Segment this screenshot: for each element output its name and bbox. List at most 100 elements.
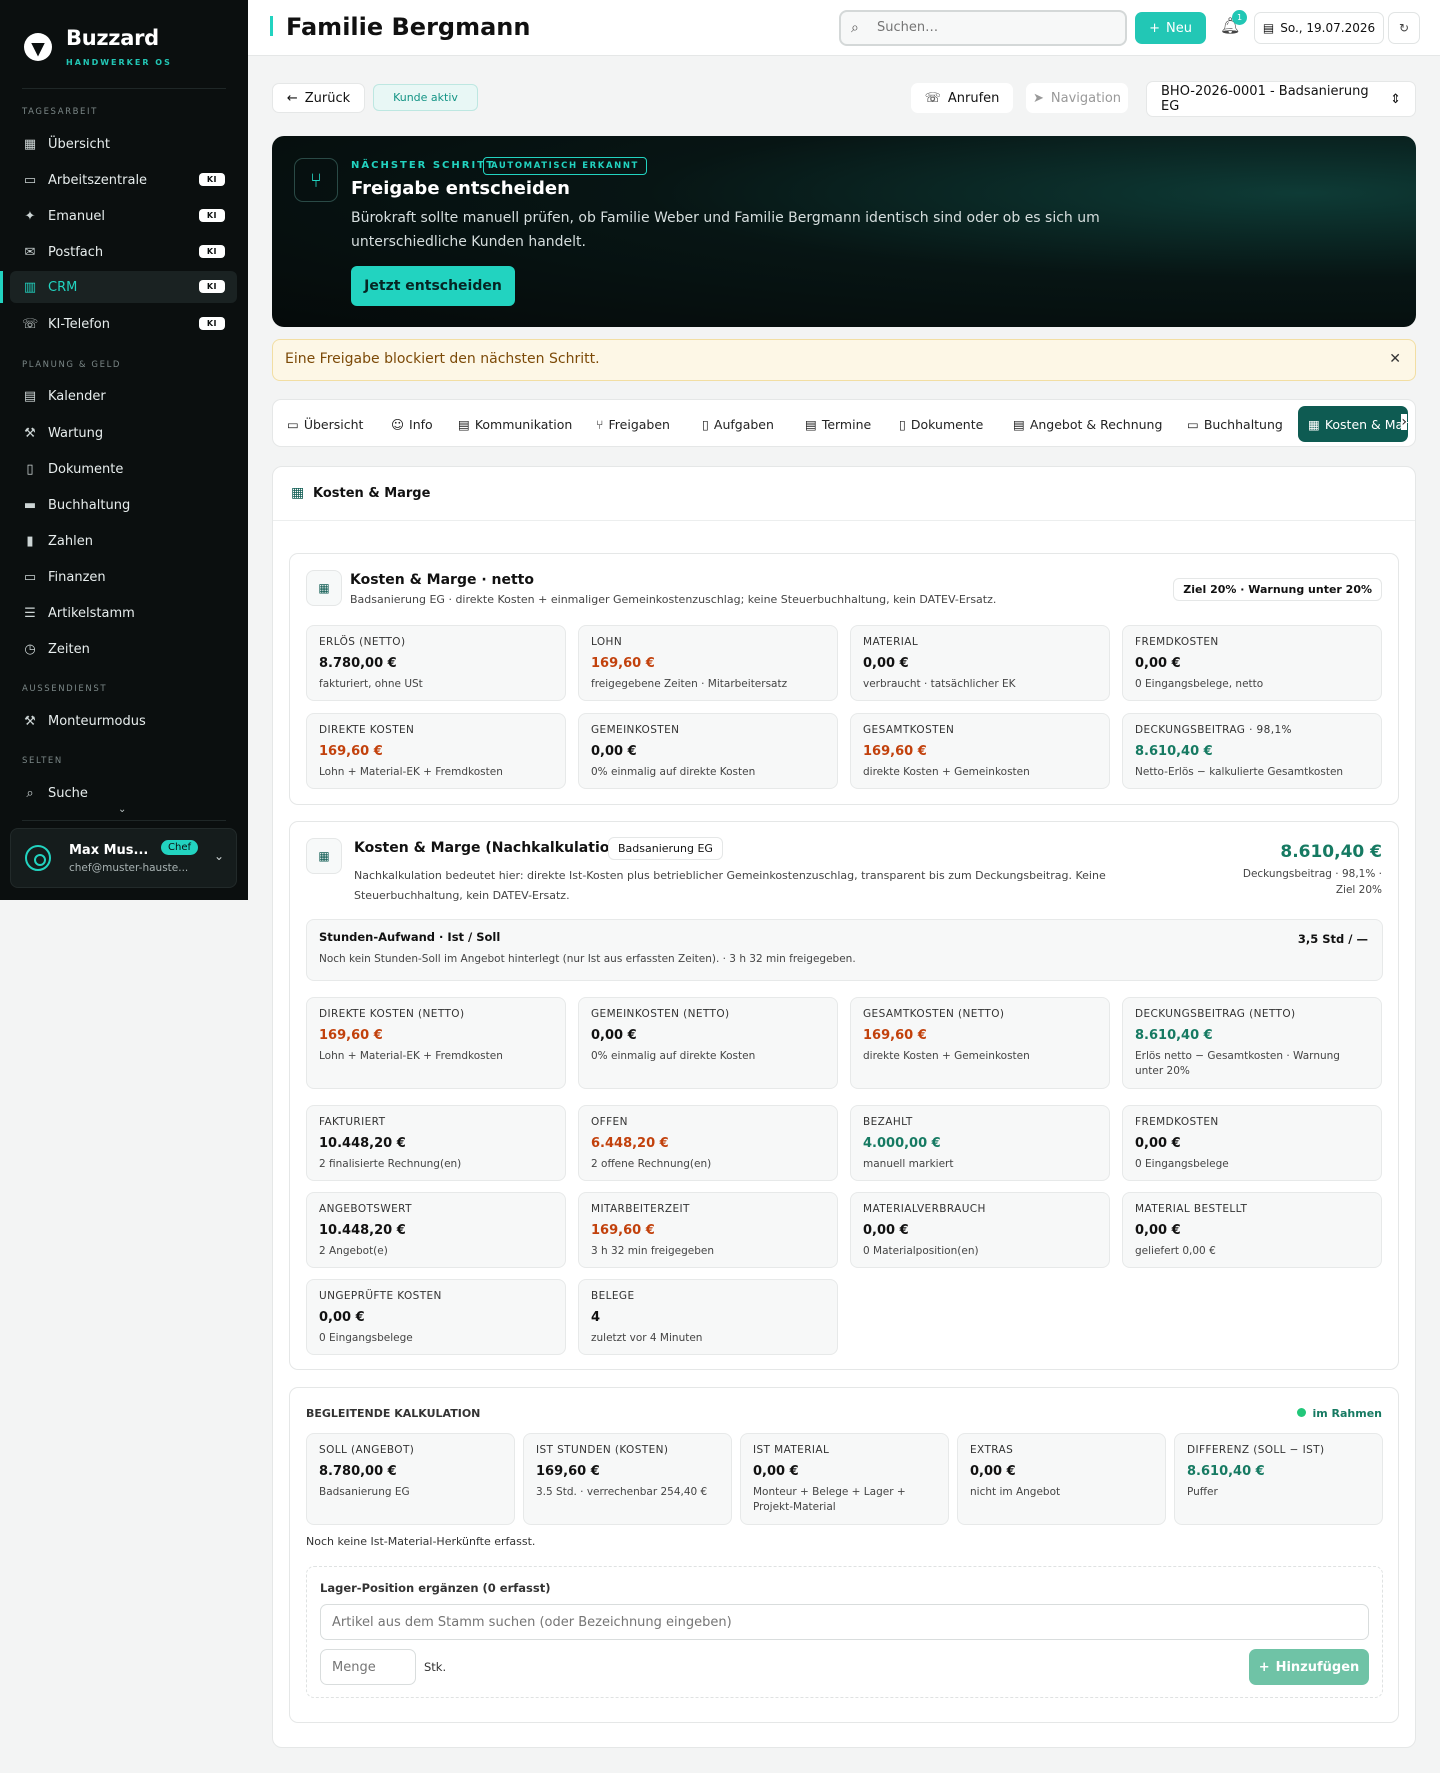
active-indicator: [0, 271, 3, 303]
sidebar-item-monteurmodus[interactable]: ⚒ Monteurmodus: [10, 705, 237, 737]
sidebar-item-uebersicht[interactable]: ▦ Übersicht: [10, 128, 237, 160]
sidebar-item-wartung[interactable]: ⚒ Wartung: [10, 417, 237, 449]
target-chip: Ziel 20% · Warnung unter 20%: [1173, 578, 1382, 601]
project-select[interactable]: BHO-2026-0001 - Badsanierung EG ⇕: [1146, 81, 1416, 117]
metric-hint: 0 Materialposition(en): [863, 1245, 979, 1257]
status-badge: Kunde aktiv: [373, 84, 478, 111]
sidebar-item-buchhaltung[interactable]: ▬ Buchhaltung: [10, 489, 237, 521]
ki-badge: KI: [198, 280, 225, 293]
lager-position-form: Lager-Position ergänzen (0 erfasst) Stk.…: [306, 1566, 1383, 1698]
metric-label: MATERIAL BESTELLT: [1135, 1203, 1248, 1215]
search-input[interactable]: [877, 20, 1107, 35]
back-button[interactable]: ← Zurück: [272, 83, 365, 113]
tab-buchhaltung[interactable]: ▭ Buchhaltung: [1187, 406, 1283, 442]
scroll-down-chevron-icon[interactable]: ⌄: [118, 804, 126, 815]
refresh-icon[interactable]: ↻: [1388, 12, 1420, 44]
begleitende-kalkulation-card: BEGLEITENDE KALKULATION im Rahmen Noch k…: [289, 1387, 1399, 1723]
git-pull-request-icon: ⑂: [294, 158, 338, 202]
metric-box: GEMEINKOSTEN 0,00 € 0% einmalig auf direkt…: [578, 713, 838, 789]
quantity-input[interactable]: [320, 1649, 416, 1685]
next-step-text: Bürokraft sollte manuell prüfen, ob Fami…: [351, 210, 1100, 250]
sidebar-item-kalender[interactable]: ▤ Kalender: [10, 380, 237, 412]
new-button[interactable]: + Neu: [1135, 12, 1206, 44]
search-box[interactable]: ⌕: [839, 10, 1127, 46]
clipboard-icon: ▯: [702, 416, 709, 432]
tab-termine[interactable]: ▤ Termine: [805, 406, 871, 442]
sidebar-item-emanuel[interactable]: ✦ Emanuel KI: [10, 200, 237, 232]
sidebar-item-postfach[interactable]: ✉ Postfach KI: [10, 236, 237, 268]
sidebar-item-zahlen[interactable]: ▮ Zahlen: [10, 525, 237, 557]
metric-value: 169,60 €: [536, 1464, 600, 1479]
metric-label: ANGEBOTSWERT: [319, 1203, 412, 1215]
tab-label: Angebot & Rechnung: [1029, 416, 1163, 432]
ledger-icon: ▭: [1187, 416, 1199, 432]
metric-box: GESAMTKOSTEN (NETTO) 169,60 € direkte Kost…: [850, 997, 1110, 1089]
metric-box: DIREKTE KOSTEN 169,60 € Lohn + Material-EK…: [306, 713, 566, 789]
metric-box: SOLL (ANGEBOT) 8.780,00 € Badsanierung EG: [306, 1433, 515, 1525]
ki-badge: KI: [198, 209, 225, 222]
divider: [22, 88, 226, 89]
decide-now-button[interactable]: Jetzt entscheiden: [351, 266, 515, 306]
sparkle-icon: ✦: [24, 208, 36, 224]
sidebar-item-dokumente[interactable]: ▯ Dokumente: [10, 453, 237, 485]
metric-box: MATERIAL BESTELLT 0,00 € geliefert 0,00 €: [1122, 1192, 1382, 1268]
tab-kommunikation[interactable]: ▤ Kommunikation: [458, 406, 572, 442]
call-label: Anrufen: [947, 90, 1000, 106]
call-button[interactable]: ☏ Anrufen: [911, 83, 1013, 113]
tab-uebersicht[interactable]: ▭ Übersicht: [287, 406, 363, 442]
metric-hint: freigegebene Zeiten · Mitarbeitersatz: [591, 678, 788, 690]
page-title: Familie Bergmann: [286, 13, 531, 41]
sidebar-item-label: Wartung: [48, 425, 104, 441]
navigation-button[interactable]: ➤ Navigation: [1026, 83, 1128, 113]
notification-badge: 1: [1232, 10, 1247, 25]
navigation-label: Navigation: [1050, 90, 1122, 106]
sidebar-item-arbeitszentrale[interactable]: ▭ Arbeitszentrale KI: [10, 164, 237, 196]
tab-label: Dokumente: [910, 416, 984, 432]
tab-label: Übersicht: [303, 416, 364, 432]
metric-hint: manuell markiert: [863, 1158, 954, 1170]
metric-hint: verbraucht · tatsächlicher EK: [863, 678, 1016, 690]
add-button[interactable]: + Hinzufügen: [1249, 1649, 1369, 1685]
tab-aufgaben[interactable]: ▯ Aufgaben: [702, 406, 774, 442]
metric-box: MATERIALVERBRAUCH 0,00 € 0 Materialpositio…: [850, 1192, 1110, 1268]
close-icon[interactable]: ✕: [1389, 351, 1401, 367]
tab-dokumente[interactable]: ▯ Dokumente: [899, 406, 983, 442]
new-button-label: Neu: [1165, 20, 1192, 36]
tab-info[interactable]: ☺ Info: [391, 406, 433, 442]
user-menu[interactable]: Max Mus... Chef chef@muster-hauste... ⌄: [10, 828, 237, 888]
metric-hint: 0% einmalig auf direkte Kosten: [591, 1050, 756, 1062]
sidebar-item-label: Übersicht: [48, 136, 110, 152]
netto-title: Kosten & Marge · netto: [350, 572, 534, 588]
tab-kosten-marge[interactable]: ▦Kosten & Marge: [1298, 406, 1408, 442]
metric-hint: geliefert 0,00 €: [1135, 1245, 1216, 1257]
sidebar-item-ki-telefon[interactable]: ☏ KI-Telefon KI: [10, 308, 237, 340]
tab-angebot-rechnung[interactable]: ▤ Angebot & Rechnung: [1013, 406, 1162, 442]
calendar-icon: ▤: [1262, 21, 1275, 35]
auto-detected-tag: AUTOMATISCH ERKANNT: [483, 157, 647, 175]
article-search-input[interactable]: [320, 1604, 1369, 1640]
date-button[interactable]: ▤ So., 19.07.2026: [1254, 12, 1384, 44]
brand-logo[interactable]: Buzzard HANDWERKER OS: [24, 26, 172, 67]
metric-value: 8.780,00 €: [319, 656, 397, 671]
grid-icon: ▦: [23, 136, 37, 152]
sidebar-item-zeiten[interactable]: ◷ Zeiten: [10, 633, 237, 665]
sidebar-item-label: Kalender: [48, 388, 106, 404]
sidebar-item-crm[interactable]: ▥ CRM KI: [10, 271, 237, 303]
search-icon: ⌕: [851, 20, 859, 36]
sidebar-item-label: Suche: [48, 785, 88, 801]
sidebar-item-artikelstamm[interactable]: ☰ Artikelstamm: [10, 597, 237, 629]
top-bar: Familie Bergmann ⌕ +Neu 🔔︎ 1 ▤So., 19.07…: [248, 0, 1440, 56]
metric-box: EXTRAS 0,00 € nicht im Angebot: [957, 1433, 1166, 1525]
metric-box: UNGEPRÜFTE KOSTEN 0,00 € 0 Eingangsbelege: [306, 1279, 566, 1355]
chevron-right-icon[interactable]: ›: [1401, 414, 1407, 430]
metric-label: UNGEPRÜFTE KOSTEN: [319, 1290, 442, 1302]
metric-value: 4.000,00 €: [863, 1136, 941, 1151]
metric-hint: 0 Eingangsbelege: [319, 1332, 413, 1344]
hammer-icon: ⚒: [24, 713, 36, 729]
metric-label: GESAMTKOSTEN (NETTO): [863, 1008, 1005, 1020]
calculator-icon: ▦: [306, 838, 342, 874]
tab-label: Kosten & Marge: [1324, 416, 1408, 432]
tab-freigaben[interactable]: ⑂ Freigaben: [596, 406, 670, 442]
sidebar-item-finanzen[interactable]: ▭ Finanzen: [10, 561, 237, 593]
brand-subtitle: HANDWERKER OS: [66, 58, 172, 67]
